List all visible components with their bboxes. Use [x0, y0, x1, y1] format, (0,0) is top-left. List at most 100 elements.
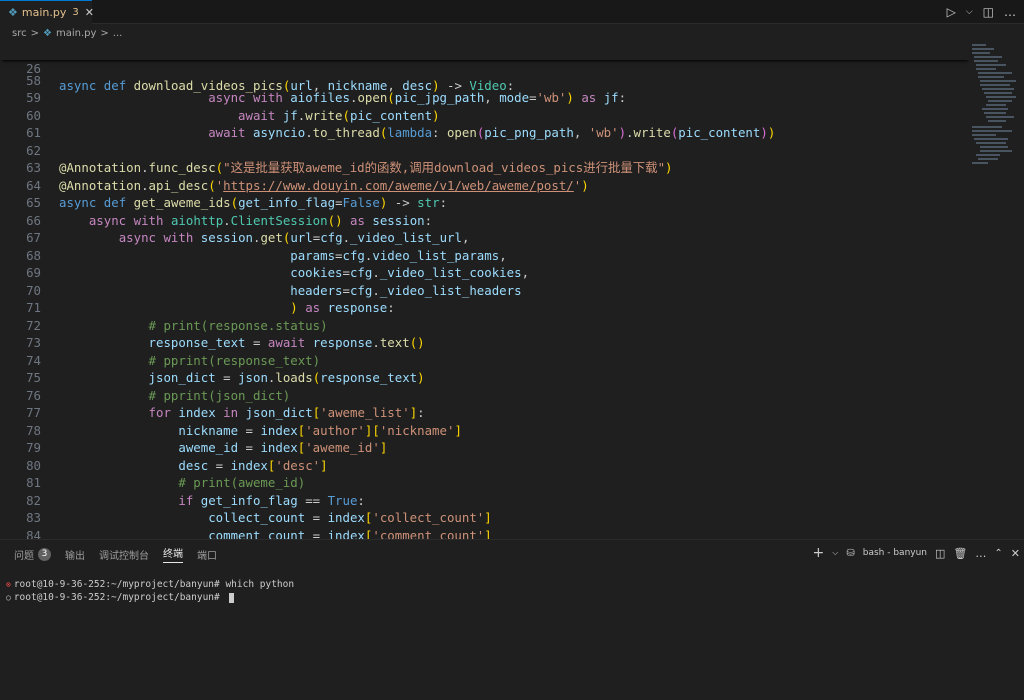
- chevron-down-icon[interactable]: ⌵: [832, 548, 838, 558]
- minimap-line: [984, 92, 1012, 94]
- problems-count-badge: 3: [38, 547, 51, 561]
- minimap-line: [982, 88, 1014, 90]
- panel-tabs: 问题 3 输出 调试控制台 终端 端口: [14, 545, 217, 563]
- code-editor[interactable]: 26 async def download_videos_pics(url, n…: [0, 42, 1024, 539]
- code-line[interactable]: 77 nickname = index['author']['nickname'…: [0, 387, 970, 438]
- new-terminal-icon[interactable]: +: [813, 545, 825, 561]
- run-icon[interactable]: ▷: [947, 5, 956, 19]
- code-line[interactable]: 76 for index in json_dict['aweme_list']:: [0, 369, 970, 421]
- minimap-line: [972, 134, 996, 136]
- idle-status-icon: ○: [6, 593, 11, 602]
- code-line[interactable]: 81 if get_info_flag == True:: [0, 457, 970, 508]
- tab-output[interactable]: 输出: [65, 547, 85, 562]
- editor-tab-bar: ❖ main.py 3 ✕ ▷ ⌵ ◫ …: [0, 0, 1024, 24]
- terminal-name[interactable]: bash - banyun: [863, 548, 927, 558]
- chevron-up-icon[interactable]: ⌃: [994, 548, 1002, 559]
- error-status-icon: ⊗: [6, 580, 11, 589]
- code-line[interactable]: 78 aweme_id = index['aweme_id']: [0, 404, 970, 456]
- minimap-line: [974, 60, 998, 62]
- terminal-line: ⊗ root@10-9-36-252:~/myproject/banyun# w…: [6, 578, 294, 591]
- code-line[interactable]: 75 # pprint(json_dict): [0, 352, 970, 403]
- terminal-line: ○ root@10-9-36-252:~/myproject/banyun#: [6, 591, 294, 604]
- trash-icon[interactable]: 🗑: [953, 547, 967, 560]
- chevron-right-icon: >: [30, 28, 39, 39]
- code-line[interactable]: 71 # print(response.status): [0, 282, 970, 333]
- breadcrumb-file[interactable]: main.py: [56, 28, 96, 39]
- minimap-line: [972, 130, 1012, 132]
- minimap-line: [974, 56, 1002, 58]
- breadcrumb-symbol[interactable]: ...: [113, 28, 123, 39]
- code-line[interactable]: 65 async with aiohttp.ClientSession() as…: [0, 177, 970, 228]
- minimap-line: [976, 68, 996, 70]
- minimap-line: [978, 72, 1012, 74]
- minimap-line: [982, 108, 1008, 110]
- code-line[interactable]: 61: [0, 107, 970, 140]
- code-line[interactable]: 72 response_text = await response.text(): [0, 299, 970, 351]
- terminal-output[interactable]: ⊗ root@10-9-36-252:~/myproject/banyun# w…: [6, 578, 294, 604]
- breadcrumb: src > ❖ main.py > ...: [0, 25, 1024, 42]
- minimap-line: [988, 100, 1012, 102]
- minimap-line: [972, 44, 986, 46]
- minimap-line: [972, 162, 988, 164]
- code-line[interactable]: 64 async def get_aweme_ids(get_info_flag…: [0, 159, 970, 211]
- terminal-prompt: root@10-9-36-252:~/myproject/banyun#: [13, 592, 226, 603]
- code-line[interactable]: 85 share_count = index['share_count']: [0, 527, 970, 540]
- terminal-prompt: root@10-9-36-252:~/myproject/banyun#: [13, 579, 226, 590]
- minimap-line: [978, 158, 998, 160]
- code-line[interactable]: 82 collect_count = index['collect_count'…: [0, 474, 970, 526]
- tab-label: main.py: [21, 6, 67, 19]
- split-terminal-icon[interactable]: ◫: [935, 547, 945, 560]
- python-file-icon: ❖: [43, 28, 52, 39]
- minimap-line: [980, 80, 1016, 82]
- tab-label: 输出: [65, 550, 85, 562]
- minimap-line: [984, 112, 1006, 114]
- code-line[interactable]: 67 params=cfg.video_list_params,: [0, 212, 970, 263]
- code-line[interactable]: 73 # pprint(response_text): [0, 317, 970, 368]
- breadcrumb-folder[interactable]: src: [12, 28, 27, 39]
- tab-label: 端口: [197, 550, 217, 562]
- terminal-command: which python: [225, 579, 295, 590]
- minimap-line: [972, 126, 1002, 128]
- code-line[interactable]: 83 comment_count = index['comment_count'…: [0, 492, 970, 539]
- more-actions-icon[interactable]: …: [975, 547, 986, 560]
- code-line[interactable]: 66 async with session.get(url=cfg._video…: [0, 194, 970, 246]
- minimap-line: [976, 154, 1000, 156]
- tab-label: 终端: [163, 549, 183, 560]
- code-line[interactable]: 70 ) as response:: [0, 264, 970, 316]
- tab-label: 问题: [14, 550, 34, 562]
- more-actions-icon[interactable]: …: [1004, 5, 1016, 19]
- code-line[interactable]: 62 @Annotation.func_desc("这是批量获取aweme_id…: [0, 124, 970, 176]
- tab-ports[interactable]: 端口: [197, 547, 217, 562]
- editor-actions: ▷ ⌵ ◫ …: [947, 0, 1024, 24]
- tab-main-py[interactable]: ❖ main.py 3 ✕: [0, 0, 94, 24]
- python-file-icon: ❖: [8, 6, 18, 19]
- code-line[interactable]: 68 cookies=cfg._video_list_cookies,: [0, 229, 970, 281]
- chevron-right-icon: >: [100, 28, 109, 39]
- code-line[interactable]: 80 # print(aweme_id): [0, 439, 970, 491]
- minimap-line: [972, 52, 990, 54]
- tab-terminal[interactable]: 终端: [163, 545, 183, 563]
- code-line[interactable]: 69 headers=cfg._video_list_headers: [0, 247, 970, 298]
- code-text: async def download_videos_pics(url, nick…: [59, 78, 515, 93]
- split-editor-icon[interactable]: ◫: [983, 5, 994, 19]
- code-line[interactable]: 74 json_dict = json.loads(response_text): [0, 334, 970, 386]
- minimap-line: [972, 48, 994, 50]
- chevron-down-icon[interactable]: ⌵: [966, 7, 973, 17]
- code-line[interactable]: 63 @Annotation.api_desc('https://www.dou…: [0, 142, 970, 193]
- close-icon[interactable]: ✕: [85, 6, 94, 19]
- code-line[interactable]: 79 desc = index['desc']: [0, 422, 970, 473]
- minimap-line: [980, 84, 1010, 86]
- minimap-line: [986, 96, 1016, 98]
- minimap-line: [976, 142, 1006, 144]
- minimap-line: [986, 104, 1006, 106]
- tab-label: 调试控制台: [99, 550, 149, 562]
- code-line[interactable]: 84 digg_count = index['digg_count']: [0, 509, 970, 540]
- sticky-scroll-line[interactable]: 26 async def download_videos_pics(url, n…: [0, 42, 970, 93]
- close-icon[interactable]: ✕: [1011, 547, 1020, 560]
- tab-problem-count: 3: [72, 7, 79, 18]
- minimap[interactable]: [970, 42, 1024, 172]
- minimap-line: [980, 146, 1008, 148]
- minimap-line: [980, 150, 1012, 152]
- tab-problems[interactable]: 问题 3: [14, 547, 51, 562]
- tab-debug-console[interactable]: 调试控制台: [99, 547, 149, 562]
